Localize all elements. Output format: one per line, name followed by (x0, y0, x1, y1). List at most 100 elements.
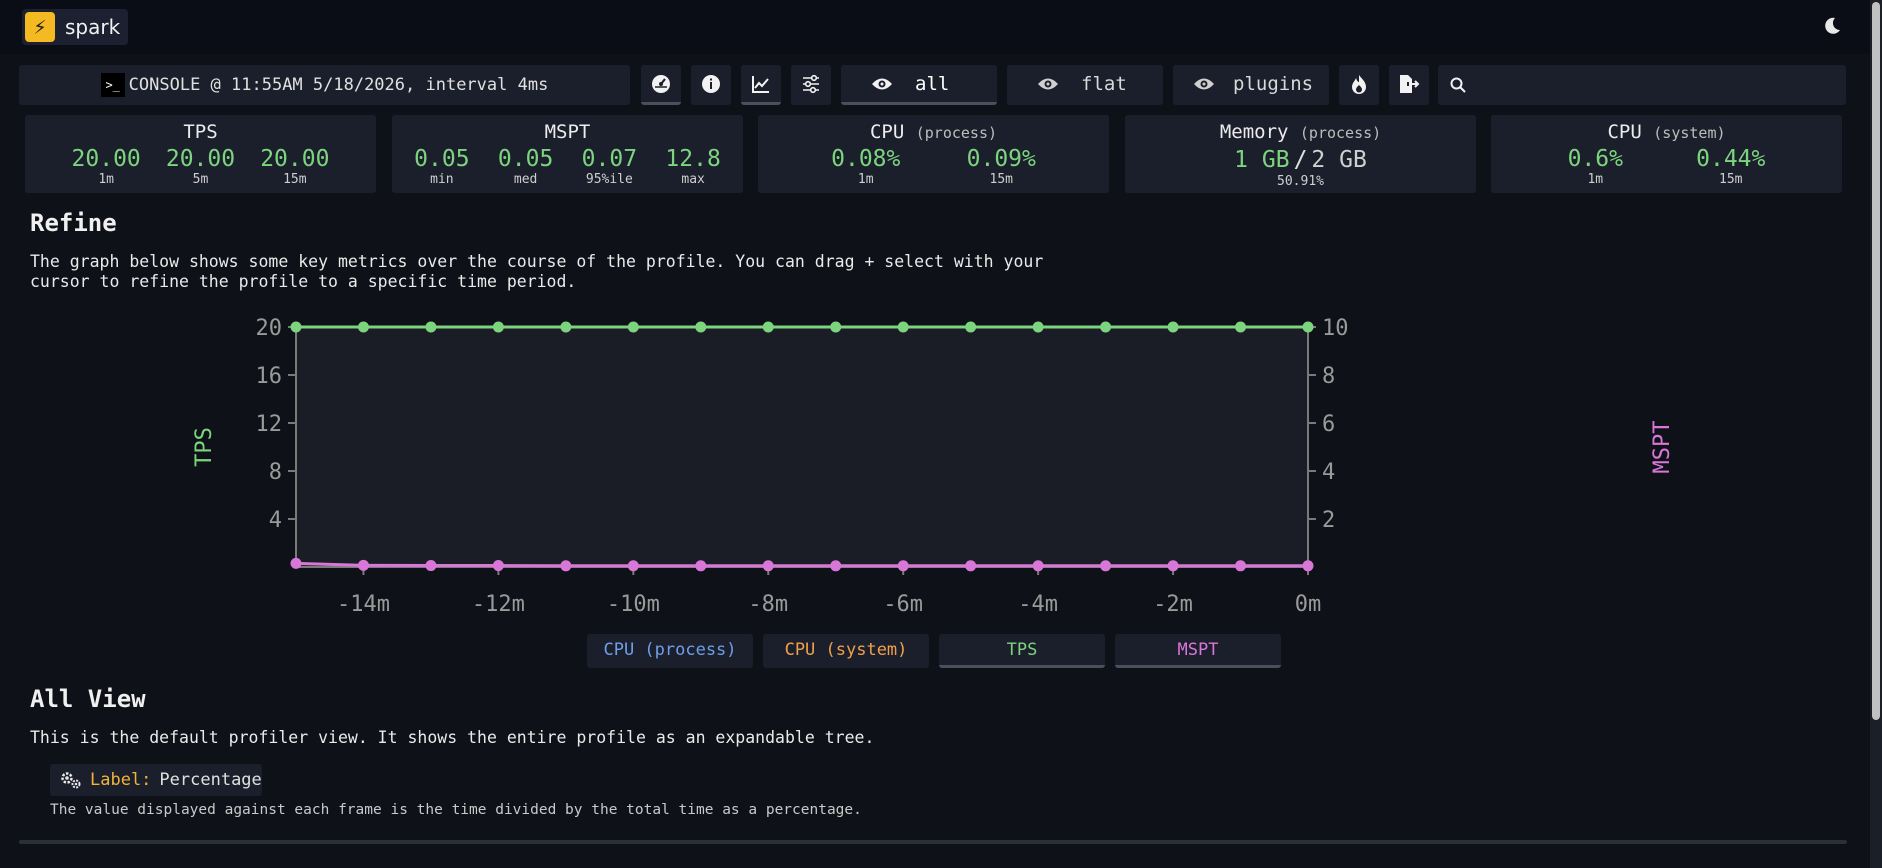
memory-usage: 1 GB/2 GB (1234, 147, 1367, 173)
view-all-button[interactable]: all (841, 65, 997, 105)
legend-tps-button[interactable]: TPS (939, 634, 1105, 668)
cpu-system-card[interactable]: CPU (system) 0.6% 1m 0.44% 15m (1491, 115, 1842, 193)
point-mspt (1032, 560, 1044, 572)
point-tps (1167, 321, 1179, 333)
x-tick-label: -6m (883, 592, 923, 617)
cpu-system-1m: 0.6% 1m (1567, 146, 1623, 187)
cpu-process-title: CPU (process) (869, 121, 998, 143)
view-plugins-button[interactable]: plugins (1173, 65, 1329, 105)
graph-icon (752, 75, 769, 93)
top-bar: ⚡ spark (0, 0, 1870, 54)
mspt-min: 0.05 min (414, 146, 470, 187)
point-tps (762, 321, 774, 333)
graph-button[interactable] (741, 65, 781, 105)
export-button[interactable] (1389, 65, 1429, 105)
point-tps (830, 321, 842, 333)
point-tps (1235, 321, 1247, 333)
search-input[interactable] (1438, 65, 1846, 105)
point-tps (897, 321, 909, 333)
point-tps (1032, 321, 1044, 333)
label-value: Percentage (159, 770, 262, 790)
point-mspt (627, 560, 639, 572)
metrics-chart[interactable]: 48121620246810-14m -12m -10m -8m -6m -4m -2m 0m… (180, 305, 1700, 625)
scrollbar[interactable] (1870, 0, 1882, 868)
gears-icon (61, 772, 81, 789)
point-mspt (830, 560, 842, 572)
point-mspt (425, 560, 437, 572)
point-tps (627, 321, 639, 333)
point-tps (425, 321, 437, 333)
tps-5m: 20.00 5m (165, 146, 236, 187)
refine-heading: Refine (30, 209, 117, 237)
mspt-max: 12.8 max (665, 146, 721, 187)
cpu-process-15m: 0.09% 15m (966, 146, 1036, 187)
divider (19, 840, 1847, 844)
point-tps (290, 321, 302, 333)
eye-icon (872, 78, 892, 89)
all-view-text: This is the default profiler view. It sh… (30, 728, 875, 747)
refine-text-line2: cursor to refine the profile to a specif… (30, 272, 577, 291)
y-right-tick-label: 2 (1322, 508, 1335, 533)
x-tick-label: -10m (607, 592, 660, 617)
y-left-title: TPS (192, 427, 217, 467)
point-tps (492, 321, 504, 333)
tps-card[interactable]: TPS 20.00 1m 20.00 5m 20.00 15m (25, 115, 376, 193)
mspt-med: 0.05 med (497, 146, 554, 187)
y-right-title: MSPT (1650, 421, 1675, 474)
legend-cpu-process-button[interactable]: CPU (process) (587, 634, 753, 668)
x-tick-label: 0m (1295, 592, 1322, 617)
search-icon (1450, 77, 1466, 93)
all-view-heading: All View (30, 685, 146, 713)
scrollbar-thumb[interactable] (1872, 2, 1880, 720)
point-mspt (897, 560, 909, 572)
mspt-card[interactable]: MSPT 0.05 min 0.05 med 0.07 95%ile 12.8 max (392, 115, 743, 193)
health-button[interactable] (641, 65, 681, 105)
settings-button[interactable] (791, 65, 831, 105)
tps-title: TPS (183, 121, 218, 143)
y-left-tick-label: 16 (256, 364, 283, 389)
memory-title: Memory (process) (1219, 121, 1382, 143)
point-mspt (1167, 560, 1179, 572)
console-text: CONSOLE @ 11:55AM 5/18/2026, interval 4m… (128, 75, 549, 95)
point-tps (357, 321, 369, 333)
info-icon (702, 74, 720, 93)
view-flat-button[interactable]: flat (1007, 65, 1163, 105)
app-name: spark (65, 15, 121, 39)
x-tick-label: -4m (1018, 592, 1058, 617)
point-mspt (1100, 560, 1112, 572)
tps-15m: 20.00 15m (260, 146, 330, 187)
legend-cpu-process-label: CPU (process) (603, 639, 737, 660)
cpu-process-card[interactable]: CPU (process) 0.08% 1m 0.09% 15m (758, 115, 1109, 193)
memory-percent: 50.91% (1277, 174, 1324, 189)
flame-button[interactable] (1339, 65, 1379, 105)
y-right-tick-label: 8 (1322, 364, 1335, 389)
point-mspt (492, 560, 504, 572)
y-left-tick-label: 4 (269, 508, 282, 533)
legend-mspt-button[interactable]: MSPT (1115, 634, 1281, 668)
view-plugins-label: plugins (1233, 72, 1314, 95)
x-tick-label: -2m (1153, 592, 1193, 617)
label-setting-chip[interactable]: Label: Percentage (50, 764, 262, 796)
point-mspt (357, 559, 369, 571)
x-tick-label: -8m (748, 592, 788, 617)
eye-icon (1194, 78, 1214, 89)
app-logo[interactable]: ⚡ spark (22, 9, 128, 45)
cpu-system-title: CPU (system) (1607, 121, 1726, 143)
y-right-tick-label: 4 (1322, 460, 1335, 485)
eye-icon (1038, 78, 1058, 89)
legend-mspt-label: MSPT (1177, 639, 1219, 660)
legend-cpu-system-label: CPU (system) (784, 639, 908, 660)
view-flat-label: flat (1081, 72, 1127, 95)
cpu-process-1m: 0.08% 1m (831, 146, 901, 187)
info-button[interactable] (691, 65, 731, 105)
legend-cpu-system-button[interactable]: CPU (system) (763, 634, 929, 668)
mspt-95: 0.07 95%ile (581, 146, 638, 187)
x-tick-label: -12m (472, 592, 525, 617)
point-tps (965, 321, 977, 333)
point-tps (560, 321, 572, 333)
point-mspt (965, 560, 977, 572)
memory-card[interactable]: Memory (process) 1 GB/2 GB 50.91% (1125, 115, 1476, 193)
label-note: The value displayed against each frame i… (50, 802, 862, 818)
point-mspt (560, 560, 572, 572)
moon-icon[interactable] (1820, 14, 1844, 38)
